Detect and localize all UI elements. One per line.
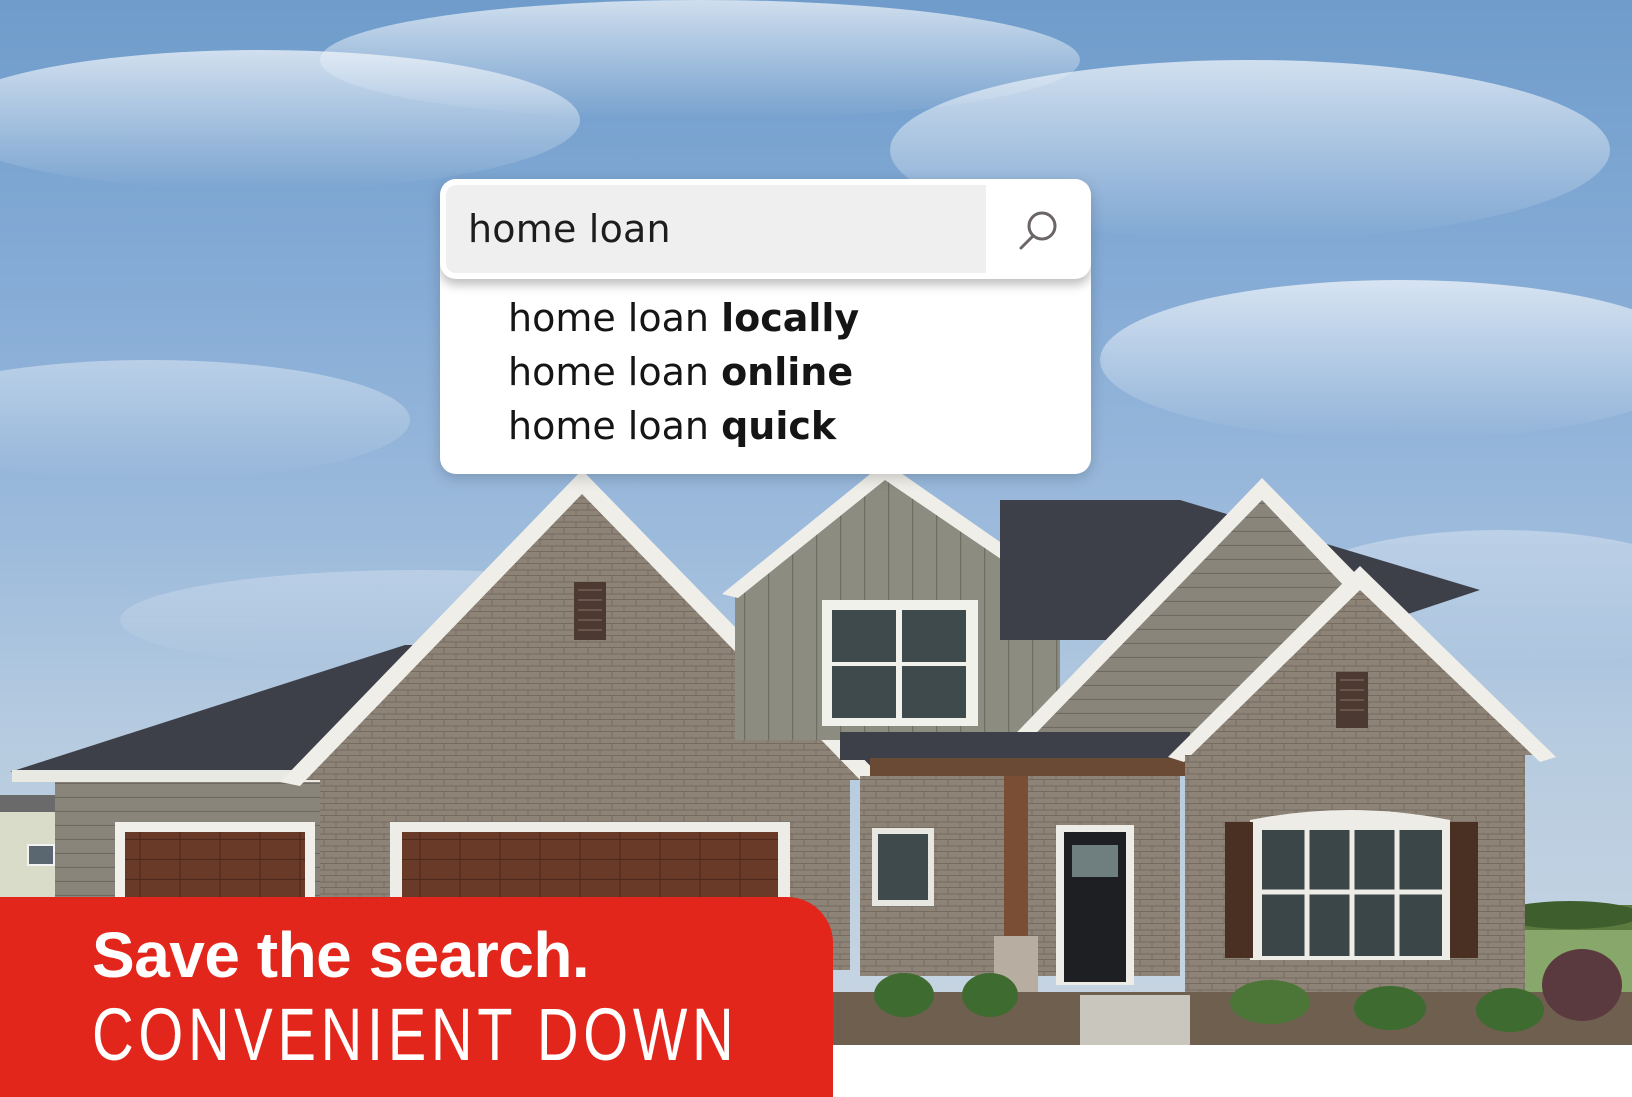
search-bar: home loan	[440, 179, 1091, 279]
background-photo	[0, 0, 1632, 1045]
suggestion-completion: online	[721, 350, 854, 394]
search-button[interactable]	[1006, 197, 1072, 263]
suggestion-item[interactable]: home loan quick	[480, 399, 1091, 453]
suggestion-completion: quick	[721, 404, 837, 448]
suggestion-item[interactable]: home loan online	[480, 345, 1091, 399]
search-widget: home loan home loan locally home loan on…	[440, 179, 1091, 474]
suggestion-completion: locally	[721, 296, 860, 340]
house-photo-illustration	[0, 0, 1632, 1045]
banner-headline: Save the search.	[92, 919, 590, 991]
suggestion-list: home loan locally home loan online home …	[440, 279, 1091, 453]
search-icon	[1019, 211, 1057, 250]
search-input[interactable]: home loan	[446, 185, 986, 273]
suggestion-prefix: home loan	[508, 296, 722, 340]
suggestion-prefix: home loan	[508, 350, 722, 394]
suggestion-item[interactable]: home loan locally	[480, 291, 1091, 345]
suggestion-prefix: home loan	[508, 404, 722, 448]
banner-subhead: CONVENIENT DOWN	[92, 993, 739, 1076]
promo-banner: Save the search. CONVENIENT DOWN	[0, 897, 833, 1097]
